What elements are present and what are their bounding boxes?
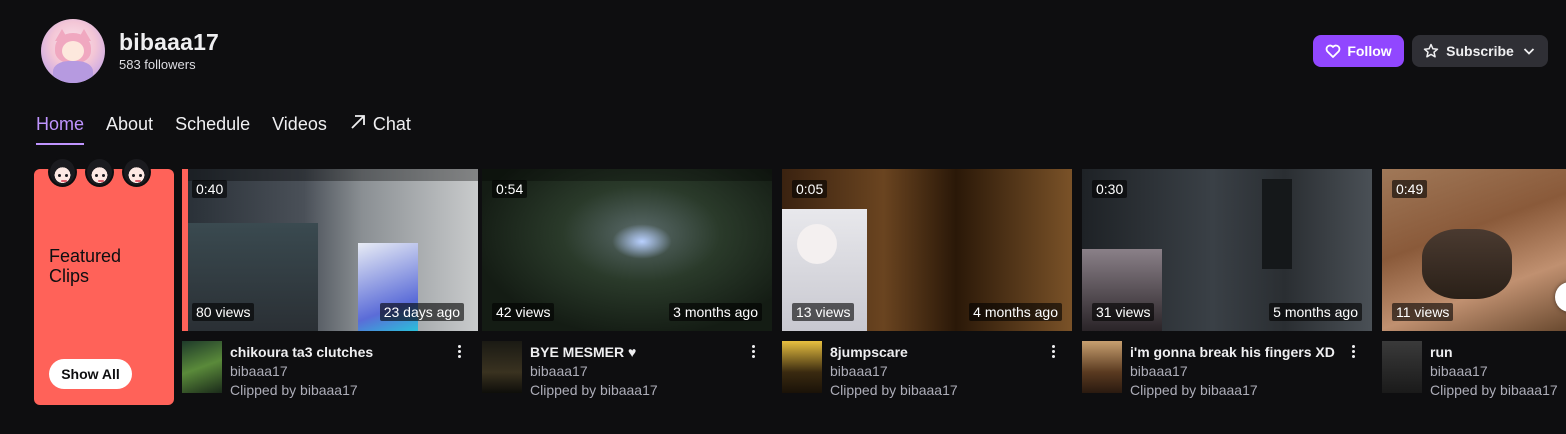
clip-views: 13 views bbox=[792, 303, 855, 321]
game-boxart[interactable] bbox=[782, 341, 822, 393]
more-options-icon[interactable] bbox=[1348, 342, 1358, 360]
clip-title[interactable]: i'm gonna break his fingers XD bbox=[1130, 344, 1335, 360]
clip-title[interactable]: run bbox=[1430, 344, 1453, 360]
clip-channel[interactable]: bibaaa17 bbox=[1430, 363, 1488, 379]
featured-title: Featured Clips bbox=[49, 246, 122, 286]
emote-decoration bbox=[48, 157, 151, 187]
clip-card[interactable]: 0:54 42 views 3 months ago BYE MESMER ♥ … bbox=[482, 169, 772, 398]
clip-clipped-by: Clipped by bibaaa17 bbox=[1130, 382, 1258, 398]
clip-title[interactable]: 8jumpscare bbox=[830, 344, 908, 360]
clip-age: 4 months ago bbox=[969, 303, 1062, 321]
clip-duration: 0:54 bbox=[492, 180, 528, 198]
clip-views: 31 views bbox=[1092, 303, 1155, 321]
featured-clips-card: Featured Clips Show All bbox=[34, 169, 174, 405]
clip-thumbnail[interactable]: 0:40 80 views 23 days ago bbox=[182, 169, 478, 331]
clip-duration: 0:30 bbox=[1092, 180, 1128, 198]
more-options-icon[interactable] bbox=[1048, 342, 1058, 360]
tab-chat[interactable]: Chat bbox=[349, 113, 411, 145]
clip-card[interactable]: 0:49 11 views run bibaaa17 Clipped by bi… bbox=[1382, 169, 1566, 398]
clip-card[interactable]: 0:05 13 views 4 months ago 8jumpscare bi… bbox=[782, 169, 1072, 398]
clip-views: 80 views bbox=[192, 303, 255, 321]
follow-label: Follow bbox=[1347, 43, 1392, 59]
emote-icon bbox=[85, 157, 114, 187]
clip-duration: 0:49 bbox=[1392, 180, 1428, 198]
clip-card[interactable]: 0:40 80 views 23 days ago chikoura ta3 c… bbox=[182, 169, 478, 398]
clip-channel[interactable]: bibaaa17 bbox=[230, 363, 288, 379]
star-icon bbox=[1423, 43, 1439, 59]
channel-tabs: Home About Schedule Videos Chat bbox=[36, 113, 433, 145]
clip-clipped-by: Clipped by bibaaa17 bbox=[230, 382, 358, 398]
clip-thumbnail[interactable]: 0:05 13 views 4 months ago bbox=[782, 169, 1072, 331]
clip-clipped-by: Clipped by bibaaa17 bbox=[830, 382, 958, 398]
clip-channel[interactable]: bibaaa17 bbox=[830, 363, 888, 379]
show-all-button[interactable]: Show All bbox=[49, 359, 132, 389]
clip-title[interactable]: BYE MESMER ♥ bbox=[530, 344, 636, 360]
tab-videos[interactable]: Videos bbox=[272, 113, 327, 145]
clip-thumbnail[interactable]: 0:30 31 views 5 months ago bbox=[1082, 169, 1372, 331]
game-boxart[interactable] bbox=[1382, 341, 1422, 393]
tab-schedule[interactable]: Schedule bbox=[175, 113, 250, 145]
follower-count: 583 followers bbox=[119, 57, 196, 72]
clip-clipped-by: Clipped by bibaaa17 bbox=[1430, 382, 1558, 398]
external-arrow-icon bbox=[349, 113, 367, 136]
clip-age: 23 days ago bbox=[379, 303, 464, 321]
clip-age: 3 months ago bbox=[669, 303, 762, 321]
game-boxart[interactable] bbox=[1082, 341, 1122, 393]
more-options-icon[interactable] bbox=[748, 342, 758, 360]
clip-duration: 0:05 bbox=[792, 180, 828, 198]
channel-avatar[interactable] bbox=[41, 19, 105, 83]
subscribe-label: Subscribe bbox=[1446, 43, 1514, 59]
clip-channel[interactable]: bibaaa17 bbox=[1130, 363, 1188, 379]
clip-title[interactable]: chikoura ta3 clutches bbox=[230, 344, 373, 360]
clip-channel[interactable]: bibaaa17 bbox=[530, 363, 588, 379]
chevron-down-icon bbox=[1521, 43, 1537, 59]
more-options-icon[interactable] bbox=[454, 342, 464, 360]
channel-name[interactable]: bibaaa17 bbox=[119, 29, 219, 56]
clip-thumbnail[interactable]: 0:54 42 views 3 months ago bbox=[482, 169, 772, 331]
emote-icon bbox=[122, 157, 151, 187]
clip-views: 42 views bbox=[492, 303, 555, 321]
subscribe-button[interactable]: Subscribe bbox=[1412, 35, 1548, 67]
clip-views: 11 views bbox=[1392, 303, 1454, 321]
heart-icon bbox=[1325, 43, 1341, 59]
game-boxart[interactable] bbox=[182, 341, 222, 393]
clip-duration: 0:40 bbox=[192, 180, 228, 198]
emote-icon bbox=[48, 157, 77, 187]
game-boxart[interactable] bbox=[482, 341, 522, 393]
clip-thumbnail[interactable]: 0:49 11 views bbox=[1382, 169, 1566, 331]
clip-clipped-by: Clipped by bibaaa17 bbox=[530, 382, 658, 398]
clip-age: 5 months ago bbox=[1269, 303, 1362, 321]
tab-about[interactable]: About bbox=[106, 113, 153, 145]
follow-button[interactable]: Follow bbox=[1313, 35, 1404, 67]
tab-home[interactable]: Home bbox=[36, 113, 85, 145]
clip-card[interactable]: 0:30 31 views 5 months ago i'm gonna bre… bbox=[1082, 169, 1372, 398]
